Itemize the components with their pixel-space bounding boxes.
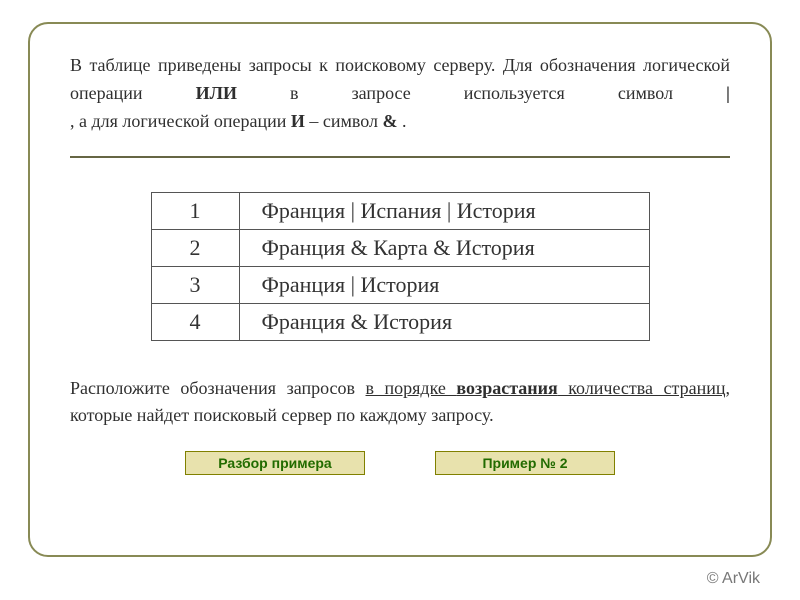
table-row: 2 Франция & Карта & История xyxy=(151,229,649,266)
intro-part: , а для логической операции xyxy=(70,111,291,131)
row-query: Франция | Испания | История xyxy=(239,192,649,229)
intro-part: в запросе используется символ xyxy=(290,83,726,103)
query-table: 1 Франция | Испания | История 2 Франция … xyxy=(151,192,650,341)
task-part: Расположите обозначения запросов xyxy=(70,378,366,398)
or-word: ИЛИ xyxy=(196,83,237,103)
copyright: © ArVik xyxy=(707,570,760,588)
row-query: Франция | История xyxy=(239,266,649,303)
task-text: Расположите обозначения запросов в поряд… xyxy=(70,375,730,429)
table-row: 3 Франция | История xyxy=(151,266,649,303)
amp-symbol: & xyxy=(383,111,398,131)
content-frame: В таблице приведены запросы к поисковому… xyxy=(28,22,772,557)
intro-part: . xyxy=(402,111,407,131)
example-2-button[interactable]: Пример № 2 xyxy=(435,451,615,475)
intro-part: – символ xyxy=(309,111,382,131)
intro-text: В таблице приведены запросы к поисковому… xyxy=(70,52,730,136)
pipe-symbol: | xyxy=(726,83,730,103)
row-number: 1 xyxy=(151,192,239,229)
task-underline: количества страниц xyxy=(558,378,726,398)
row-number: 4 xyxy=(151,303,239,340)
analyze-example-button[interactable]: Разбор примера xyxy=(185,451,365,475)
row-number: 3 xyxy=(151,266,239,303)
and-word: И xyxy=(291,111,305,131)
task-underline: в порядке xyxy=(366,378,457,398)
row-number: 2 xyxy=(151,229,239,266)
divider xyxy=(70,156,730,158)
task-underline-bold: возрастания xyxy=(456,378,557,398)
row-query: Франция & Карта & История xyxy=(239,229,649,266)
row-query: Франция & История xyxy=(239,303,649,340)
table-row: 1 Франция | Испания | История xyxy=(151,192,649,229)
button-row: Разбор примера Пример № 2 xyxy=(70,451,730,475)
table-row: 4 Франция & История xyxy=(151,303,649,340)
